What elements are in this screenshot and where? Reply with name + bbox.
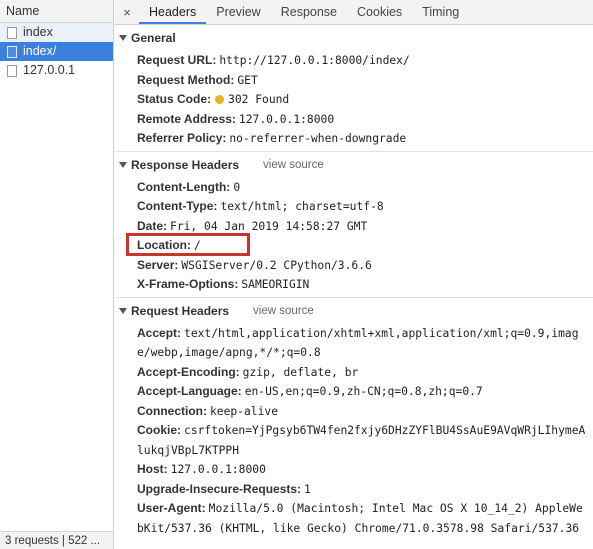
response-headers-section-header[interactable]: Response Headers view source [115,152,593,178]
header-key: User-Agent: [137,501,206,515]
header-row-connection: Connection: keep-alive [115,402,593,422]
request-headers-section: Request Headers view source Accept: text/… [115,298,593,541]
header-row-upgrade-insecure-requests: Upgrade-Insecure-Requests: 1 [115,480,593,500]
request-list-panel: Name index index/ 127.0.0.1 3 requests |… [0,0,114,549]
header-row-remote-address: Remote Address: 127.0.0.1:8000 [115,110,593,130]
header-value: 302 Found [228,93,290,106]
header-row-referrer-policy: Referrer Policy: no-referrer-when-downgra… [115,129,593,149]
header-key: Accept-Encoding: [137,364,240,379]
name-column-header[interactable]: Name [0,0,113,23]
response-headers-section: Response Headers view source Content-Len… [115,152,593,298]
header-key: Content-Type: [137,199,218,213]
section-title: Request Headers [131,303,230,318]
header-value: Fri, 04 Jan 2019 14:58:27 GMT [170,219,368,233]
header-value: WSGIServer/0.2 CPython/3.6.6 [181,258,372,272]
tab-response[interactable]: Response [271,0,347,24]
header-key: Request Method: [137,72,235,87]
header-value: 127.0.0.1:8000 [238,112,335,126]
header-row-host: Host: 127.0.0.1:8000 [115,460,593,480]
header-key: Accept-Language: [137,384,242,398]
header-key: Cookie: [137,423,182,437]
header-key: Upgrade-Insecure-Requests: [137,481,302,496]
header-key: Host: [137,462,168,476]
view-source-link[interactable]: view source [253,305,314,317]
header-value: 0 [233,180,241,194]
header-key: Connection: [137,403,207,418]
request-headers-section-header[interactable]: Request Headers view source [115,298,593,324]
header-key: Date: [137,218,168,233]
header-row-server: Server: WSGIServer/0.2 CPython/3.6.6 [115,256,593,276]
section-title: Response Headers [131,157,240,172]
header-row-request-method: Request Method: GET [115,71,593,91]
header-row-x-frame-options: X-Frame-Options: SAMEORIGIN [115,275,593,295]
header-value: http://127.0.0.1:8000/index/ [219,54,410,67]
header-value: no-referrer-when-downgrade [229,132,407,145]
request-item-localhost[interactable]: 127.0.0.1 [0,61,113,80]
header-key: Accept: [137,325,182,340]
header-key: Location: [137,238,191,252]
header-key: Content-Length: [137,179,231,194]
header-key: Server: [137,257,179,272]
header-key: Referrer Policy: [137,131,227,145]
header-row-request-url: Request URL: http://127.0.0.1:8000/index/ [115,51,593,71]
header-value: keep-alive [210,404,279,418]
header-row-date: Date: Fri, 04 Jan 2019 14:58:27 GMT [115,217,593,237]
header-row-content-type: Content-Type: text/html; charset=utf-8 [115,197,593,217]
header-key: Status Code: [137,92,212,106]
general-section-header[interactable]: General [115,25,593,51]
status-dot-icon [215,95,225,104]
request-item-label: index [23,25,53,39]
document-icon [7,64,17,77]
header-row-location: Location: / [115,236,593,256]
request-detail-pane: × Headers Preview Response Cookies Timin… [115,0,593,549]
triangle-down-icon [119,161,127,168]
header-row-accept-encoding: Accept-Encoding: gzip, deflate, br [115,363,593,383]
header-key: Remote Address: [137,111,236,126]
general-section: General Request URL: http://127.0.0.1:800… [115,25,593,152]
header-value: / [194,239,201,252]
header-value: SAMEORIGIN [241,278,310,291]
triangle-down-icon [119,307,127,314]
header-value: text/html,application/xhtml+xml,applicat… [137,326,579,360]
section-title: General [131,31,176,45]
header-value: 127.0.0.1:8000 [170,463,266,476]
triangle-down-icon [119,35,127,41]
tab-timing[interactable]: Timing [412,0,469,24]
close-icon[interactable]: × [115,0,139,24]
request-summary-footer: 3 requests | 522 ... [0,531,113,549]
document-icon [7,45,17,58]
header-row-user-agent: User-Agent: Mozilla/5.0 (Macintosh; Intel… [115,499,593,538]
header-row-cookie: Cookie: csrftoken=YjPgsyb6TW4fen2fxjy6DHz… [115,421,593,460]
view-source-link[interactable]: view source [263,159,324,171]
header-value: en-US,en;q=0.9,zh-CN;q=0.8,zh;q=0.7 [244,385,483,398]
header-key: Request URL: [137,53,217,67]
request-item-index-slash[interactable]: index/ [0,42,113,61]
header-key: X-Frame-Options: [137,277,239,291]
request-item-label: 127.0.0.1 [23,63,76,77]
header-row-status-code: Status Code: 302 Found [115,90,593,110]
document-icon [7,26,17,39]
header-value: csrftoken=YjPgsyb6TW4fen2fxjy6DHzZYFlBU4… [137,424,586,457]
header-value: gzip, deflate, br [242,365,359,379]
detail-tab-bar: × Headers Preview Response Cookies Timin… [115,0,593,25]
tab-cookies[interactable]: Cookies [347,0,412,24]
tab-preview[interactable]: Preview [206,0,270,24]
tab-headers[interactable]: Headers [139,0,207,24]
header-value: GET [237,73,258,87]
request-item-label: index/ [23,44,57,58]
header-value: text/html; charset=utf-8 [220,200,384,213]
request-item-index[interactable]: index [0,23,113,42]
header-row-accept: Accept: text/html,application/xhtml+xml,a… [115,324,593,363]
header-row-accept-language: Accept-Language: en-US,en;q=0.9,zh-CN;q=0… [115,382,593,402]
header-value: 1 [304,482,311,496]
header-row-content-length: Content-Length: 0 [115,178,593,198]
